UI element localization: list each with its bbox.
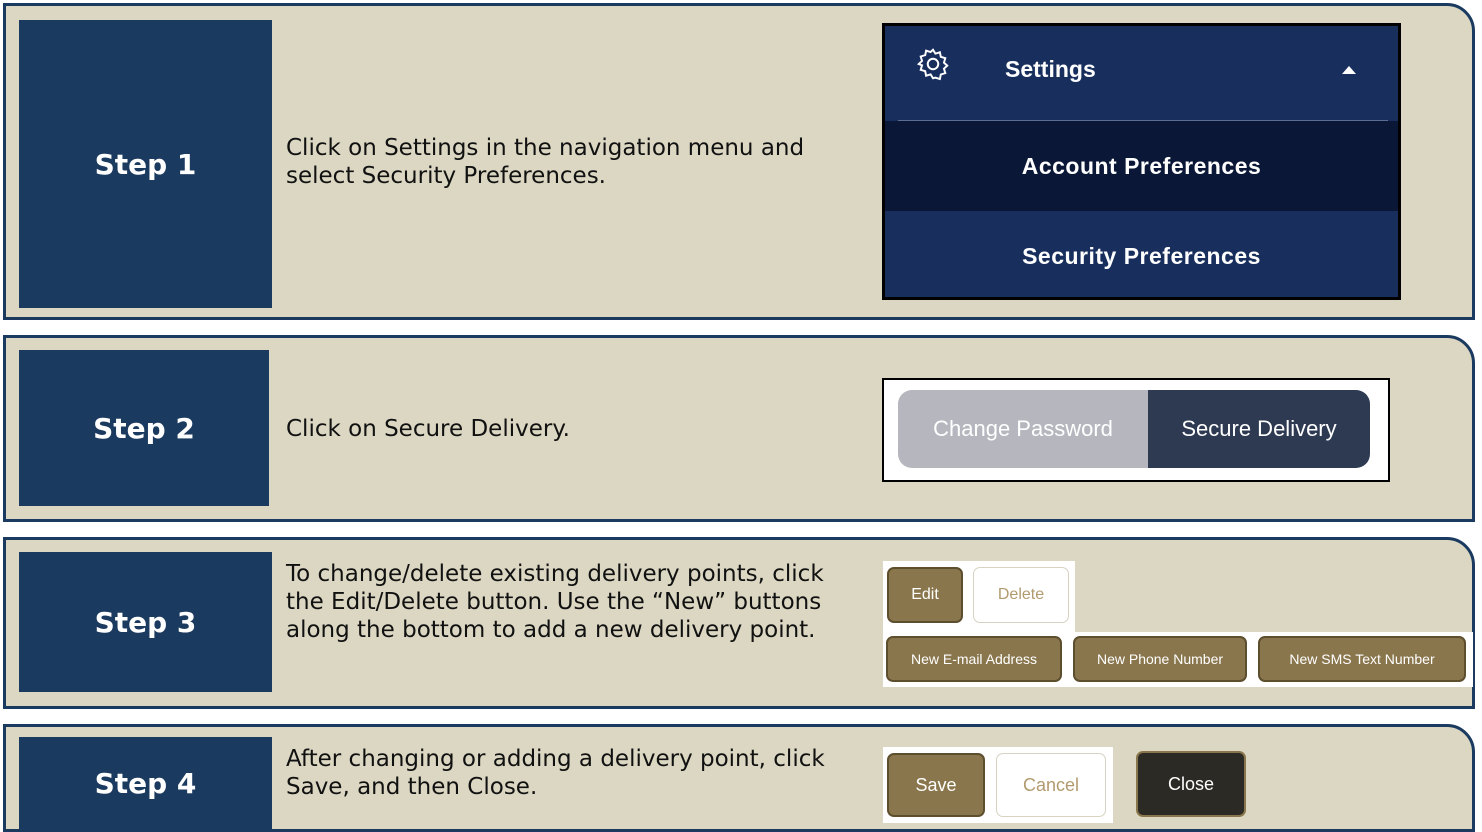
menu-item-account-preferences[interactable]: Account Preferences (885, 121, 1398, 211)
step-1-label: Step 1 (19, 20, 272, 308)
delete-button[interactable]: Delete (973, 567, 1069, 623)
settings-menu: Settings Account Preferences Security Pr… (882, 23, 1401, 300)
settings-menu-header[interactable]: Settings (885, 26, 1398, 120)
step-3-description: To change/delete existing delivery point… (286, 561, 824, 643)
security-tabs: Change Password Secure Delivery (882, 378, 1390, 482)
tab-secure-delivery[interactable]: Secure Delivery (1148, 390, 1370, 468)
cancel-button[interactable]: Cancel (996, 753, 1106, 817)
step-3-buttons-bottom: New E-mail Address New Phone Number New … (883, 632, 1473, 687)
step-2-label: Step 2 (19, 350, 269, 506)
settings-menu-title: Settings (1005, 56, 1096, 82)
step-3-buttons-top: Edit Delete (883, 561, 1075, 633)
step-4-buttons: Save Cancel (883, 747, 1113, 823)
new-sms-text-number-button[interactable]: New SMS Text Number (1258, 636, 1466, 682)
step-3-label: Step 3 (19, 552, 272, 692)
step-1-description: Click on Settings in the navigation menu… (286, 135, 805, 189)
caret-up-icon (1342, 66, 1356, 74)
new-email-address-button[interactable]: New E-mail Address (886, 636, 1062, 682)
step-4-label: Step 4 (19, 737, 272, 829)
new-phone-number-button[interactable]: New Phone Number (1073, 636, 1247, 682)
step-2-description: Click on Secure Delivery. (286, 416, 570, 442)
close-button[interactable]: Close (1136, 751, 1246, 817)
gear-icon (916, 48, 949, 81)
save-button[interactable]: Save (887, 753, 985, 817)
step-4-description: After changing or adding a delivery poin… (286, 746, 825, 800)
menu-item-security-preferences[interactable]: Security Preferences (885, 211, 1398, 301)
edit-button[interactable]: Edit (887, 567, 963, 623)
tab-change-password[interactable]: Change Password (898, 390, 1148, 468)
step-4-panel: Step 4 After changing or adding a delive… (3, 724, 1475, 832)
